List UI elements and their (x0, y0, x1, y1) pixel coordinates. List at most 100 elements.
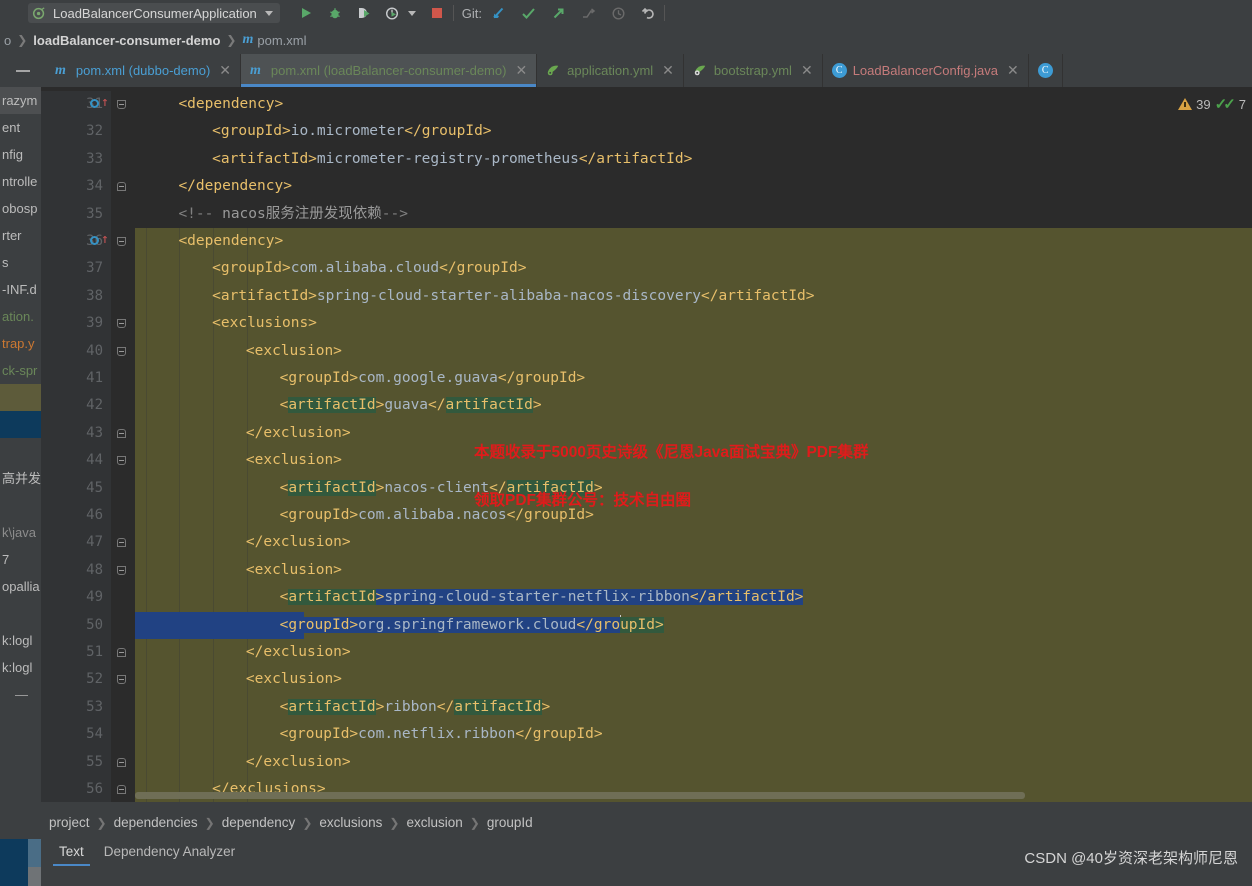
run-gutter-icon[interactable] (90, 99, 99, 108)
code-line-45[interactable]: 45 <artifactId>nacos-client</artifactId> (41, 474, 1252, 502)
left-strip-row-10[interactable]: ck-spr (0, 357, 41, 384)
gutter-53[interactable]: 53 (41, 693, 111, 722)
run-with-coverage-icon[interactable] (356, 5, 372, 21)
xml-breadcrumb-item-2[interactable]: dependency (222, 815, 296, 830)
gutter-56[interactable]: 56 (41, 776, 111, 802)
left-strip-row-0[interactable]: razym (0, 87, 41, 114)
run-gutter-icon[interactable] (90, 236, 99, 245)
gutter-34[interactable]: 34 (41, 173, 111, 201)
editor-tab-1[interactable]: m pom.xml (loadBalancer-consumer-demo) ✕ (241, 54, 538, 87)
gutter-52[interactable]: 52 (41, 666, 111, 694)
gutter-37[interactable]: 37 (41, 255, 111, 283)
git-commit-icon[interactable] (520, 5, 536, 21)
code-line-53[interactable]: 53 <artifactId>ribbon</artifactId> (41, 693, 1252, 722)
left-strip-row-18[interactable]: opallia (0, 573, 41, 600)
left-strip-row-6[interactable]: s (0, 249, 41, 276)
left-strip-row-19[interactable] (0, 600, 41, 627)
breadcrumb-item-1[interactable]: loadBalancer-consumer-demo (33, 33, 220, 48)
gutter-45[interactable]: 45 (41, 474, 111, 502)
chevron-down-icon[interactable] (264, 10, 273, 16)
gutter-44[interactable]: 44 (41, 447, 111, 475)
code-line-33[interactable]: 33 <artifactId>micrometer-registry-promet… (41, 145, 1252, 174)
hide-tool-window-button[interactable] (0, 54, 46, 87)
inspection-widget[interactable]: 39 ✓✓ 7 (1178, 95, 1246, 113)
gutter-47[interactable]: 47 (41, 529, 111, 557)
horizontal-scrollbar[interactable] (135, 792, 1025, 799)
left-strip-row-12[interactable] (0, 411, 41, 438)
git-branch-icon[interactable] (580, 5, 596, 21)
gutter-49[interactable]: 49 (41, 584, 111, 612)
gutter-36[interactable]: 36 ↑ (41, 228, 111, 256)
gutter-39[interactable]: 39 (41, 310, 111, 338)
profile-icon[interactable] (385, 5, 401, 21)
code-line-55[interactable]: 55 </exclusion> (41, 748, 1252, 776)
editor-tab-overflow[interactable]: C (1029, 54, 1063, 87)
gutter-50[interactable]: 50 (41, 611, 111, 639)
gutter-48[interactable]: 48 (41, 556, 111, 585)
editor-tab-close-icon-4[interactable]: ✕ (1007, 62, 1019, 79)
left-strip-row-1[interactable]: ent (0, 114, 41, 141)
code-line-39[interactable]: 39 <exclusions> (41, 310, 1252, 338)
code-line-44[interactable]: 44 <exclusion> (41, 447, 1252, 475)
breadcrumb-item-2[interactable]: pom.xml (257, 33, 306, 48)
git-push-icon[interactable] (550, 5, 566, 21)
code-line-31[interactable]: 31 ↑ <dependency> (41, 91, 1252, 119)
gutter-51[interactable]: 51 (41, 639, 111, 667)
code-line-36[interactable]: 36 ↑ <dependency> (41, 228, 1252, 256)
bottom-tab-text[interactable]: Text (49, 839, 94, 868)
code-line-50[interactable]: 50 <groupId>org.springframework.cloud</gr… (41, 611, 1252, 639)
editor-tab-3[interactable]: bootstrap.yml ✕ (684, 54, 823, 87)
run-configuration-selector[interactable]: LoadBalancerConsumerApplication (28, 3, 280, 23)
breadcrumb-item-0[interactable]: o (4, 33, 11, 48)
left-strip-row-16[interactable]: k\java (0, 519, 41, 546)
code-line-43[interactable]: 43 </exclusion> (41, 419, 1252, 448)
code-line-41[interactable]: 41 <groupId>com.google.guava</groupId> (41, 365, 1252, 393)
gutter-40[interactable]: 40 (41, 337, 111, 365)
run-icon[interactable] (298, 5, 314, 21)
code-line-38[interactable]: 38 <artifactId>spring-cloud-starter-aliba… (41, 282, 1252, 311)
gutter-43[interactable]: 43 (41, 419, 111, 448)
gutter-31[interactable]: 31 ↑ (41, 91, 111, 119)
code-line-54[interactable]: 54 <groupId>com.netflix.ribbon</groupId> (41, 721, 1252, 749)
xml-breadcrumb-item-1[interactable]: dependencies (114, 815, 198, 830)
left-strip-row-20[interactable]: k:logl (0, 627, 41, 654)
git-history-icon[interactable] (610, 5, 626, 21)
left-strip-row-3[interactable]: ntrolle (0, 168, 41, 195)
git-update-icon[interactable] (490, 5, 506, 21)
code-line-48[interactable]: 48 <exclusion> (41, 556, 1252, 585)
code-line-37[interactable]: 37 <groupId>com.alibaba.cloud</groupId> (41, 255, 1252, 283)
xml-breadcrumb-item-5[interactable]: groupId (487, 815, 533, 830)
editor-tab-4[interactable]: C LoadBalancerConfig.java ✕ (823, 54, 1029, 87)
code-line-49[interactable]: 49 <artifactId>spring-cloud-starter-netfl… (41, 584, 1252, 612)
code-line-46[interactable]: 46 <groupId>com.alibaba.nacos</groupId> (41, 502, 1252, 530)
gutter-42[interactable]: 42 (41, 392, 111, 420)
left-strip-row-14[interactable]: 高并发 (0, 465, 41, 492)
gutter-33[interactable]: 33 (41, 145, 111, 174)
left-strip-row-9[interactable]: trap.y (0, 330, 41, 357)
code-line-34[interactable]: 34 </dependency> (41, 173, 1252, 201)
stop-icon[interactable] (429, 5, 445, 21)
xml-breadcrumb-item-0[interactable]: project (49, 815, 90, 830)
left-strip-row-21[interactable]: k:logl (0, 654, 41, 681)
code-line-32[interactable]: 32 <groupId>io.micrometer</groupId> (41, 118, 1252, 146)
profile-dropdown-chevron-icon[interactable] (407, 10, 416, 16)
code-line-42[interactable]: 42 <artifactId>guava</artifactId> (41, 392, 1252, 420)
editor-tab-0[interactable]: m pom.xml (dubbo-demo) ✕ (46, 54, 242, 87)
left-strip-row-2[interactable]: nfig (0, 141, 41, 168)
left-strip-row-22[interactable]: — (0, 681, 41, 708)
left-strip-row-11[interactable] (0, 384, 41, 411)
left-strip-row-17[interactable]: 7 (0, 546, 41, 573)
editor-tab-close-icon-1[interactable]: ✕ (515, 62, 527, 79)
left-strip-row-13[interactable] (0, 438, 41, 465)
debug-icon[interactable] (327, 5, 343, 21)
code-editor[interactable]: 31 ↑ <dependency> 32 <groupId>io.micrometer<… (41, 87, 1252, 802)
code-line-40[interactable]: 40 <exclusion> (41, 337, 1252, 365)
editor-tab-close-icon-3[interactable]: ✕ (801, 62, 813, 79)
code-line-51[interactable]: 51 </exclusion> (41, 639, 1252, 667)
code-line-35[interactable]: 35 <!-- nacos服务注册发现依赖--> (41, 200, 1252, 228)
code-line-52[interactable]: 52 <exclusion> (41, 666, 1252, 694)
editor-tab-close-icon-2[interactable]: ✕ (662, 62, 674, 79)
left-strip-row-5[interactable]: rter (0, 222, 41, 249)
gutter-35[interactable]: 35 (41, 200, 111, 228)
editor-tab-2[interactable]: application.yml ✕ (537, 54, 684, 87)
